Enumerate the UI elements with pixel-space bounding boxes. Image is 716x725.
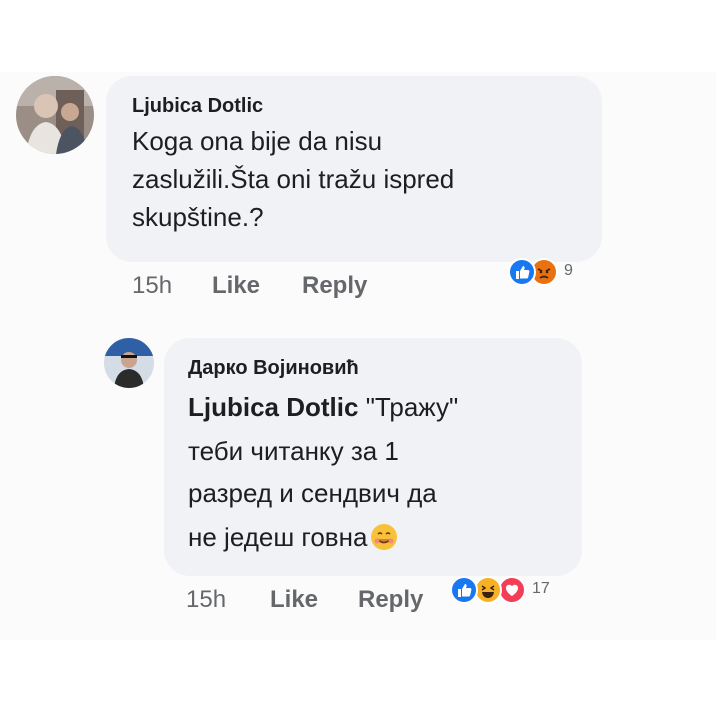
reaction-summary[interactable]: 17	[450, 576, 590, 604]
comment-timestamp[interactable]: 15h	[132, 272, 172, 300]
comment-actions: 15h Like Reply	[132, 272, 462, 300]
like-button[interactable]: Like	[270, 586, 318, 614]
like-button[interactable]: Like	[212, 272, 260, 300]
reply-bubble: Дарко Војиновић Ljubica Dotlic "Тражу" т…	[164, 338, 582, 576]
love-reaction-icon	[498, 576, 526, 604]
comment-thread: Ljubica Dotlic Koga ona bije da nisu zas…	[0, 0, 716, 725]
reply-text-line: не једеш говна	[188, 520, 399, 560]
comment-bubble: Ljubica Dotlic Koga ona bije da nisu zas…	[106, 76, 602, 262]
reaction-count: 17	[532, 580, 550, 597]
reply-button[interactable]: Reply	[302, 272, 367, 300]
reaction-count: 9	[564, 262, 573, 279]
like-reaction-icon	[508, 258, 536, 286]
haha-reaction-icon	[474, 576, 502, 604]
reply-text-line: разред и сендвич да	[188, 478, 437, 508]
reply-actions: 15h Like Reply	[186, 586, 466, 614]
comment-text-line: skupštine.?	[132, 202, 264, 232]
like-reaction-icon	[450, 576, 478, 604]
reply-quote: "Тражу"	[365, 392, 459, 422]
reaction-summary[interactable]: 9	[508, 258, 604, 286]
commenter-avatar[interactable]	[16, 76, 94, 154]
comment-text-line: zaslužili.Šta oni tražu ispred	[132, 164, 455, 194]
smiling-face-with-hearts-icon	[369, 522, 399, 560]
reply-author[interactable]: Дарко Војиновић	[188, 356, 359, 380]
reply-text-line: Ljubica Dotlic "Тражу"	[188, 390, 458, 424]
mention-link[interactable]: Ljubica Dotlic	[188, 392, 358, 422]
comment-author[interactable]: Ljubica Dotlic	[132, 94, 263, 118]
comment-text-line: Koga ona bije da nisu	[132, 126, 383, 156]
reply-text-end: не једеш говна	[188, 522, 368, 552]
reply-timestamp[interactable]: 15h	[186, 586, 226, 614]
replier-avatar[interactable]	[104, 338, 154, 388]
reply-text-line: теби читанку за 1	[188, 436, 399, 466]
reply-button[interactable]: Reply	[358, 586, 423, 614]
